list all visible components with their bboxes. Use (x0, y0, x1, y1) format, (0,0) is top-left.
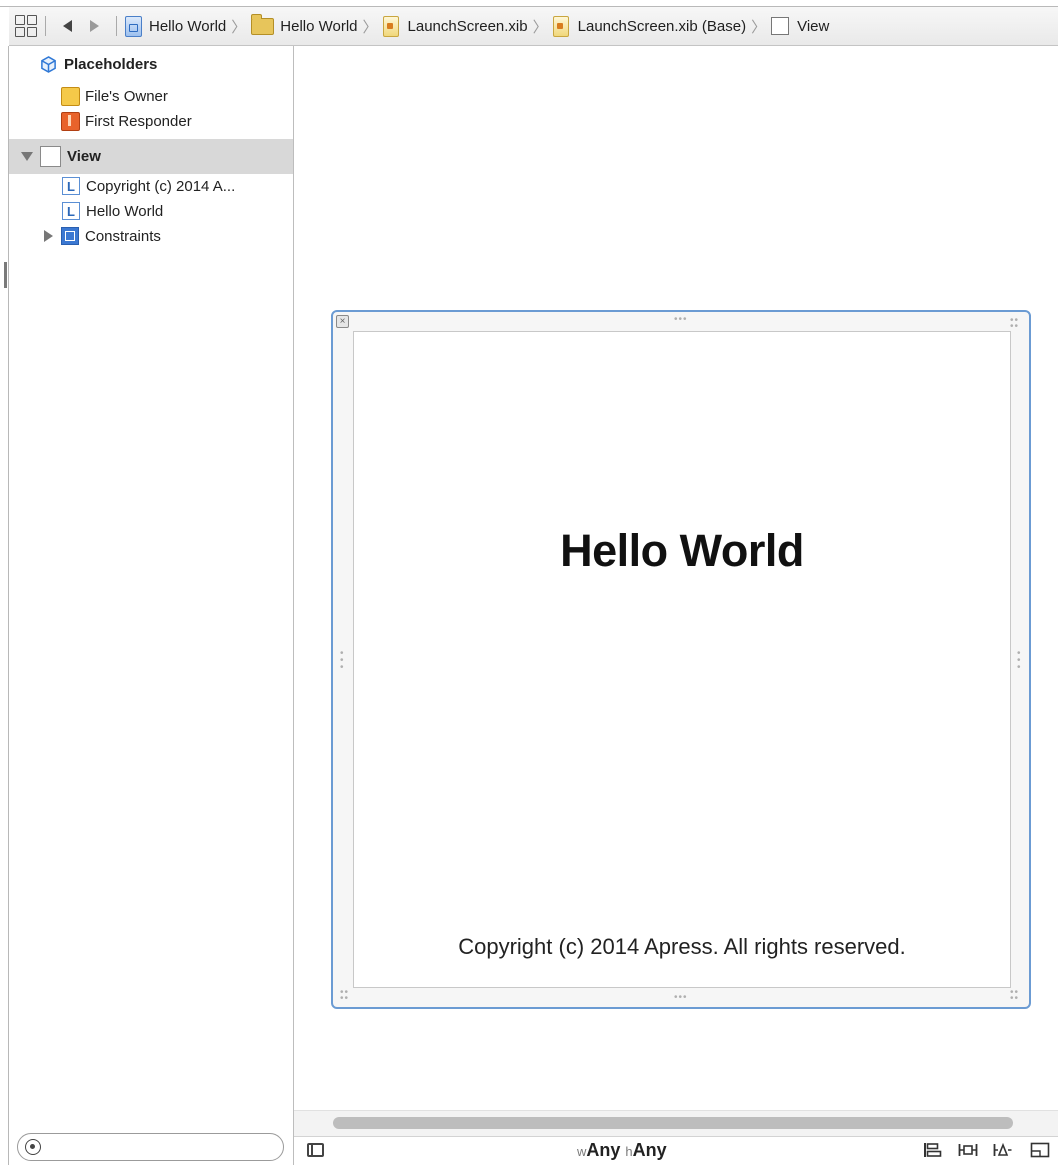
outline-item-files-owner[interactable]: File's Owner (61, 87, 168, 106)
outline-item-placeholders[interactable]: Placeholders (40, 56, 157, 73)
outline-item-label: Hello World (86, 202, 164, 220)
copyright-label[interactable]: Copyright (c) 2014 Apress. All rights re… (353, 934, 1011, 960)
resize-grip-left-icon[interactable]: • • • (340, 649, 346, 673)
jump-bar-separator (116, 16, 117, 36)
outline-item-view[interactable]: View (21, 146, 101, 167)
outline-item-label: First Responder (85, 113, 192, 130)
breadcrumb-file[interactable]: LaunchScreen.xib 〉 (382, 15, 553, 37)
align-icon[interactable] (923, 1142, 943, 1158)
resolve-issues-icon[interactable] (993, 1142, 1013, 1158)
size-class-h-value: Any (632, 1140, 667, 1160)
breadcrumb-localization[interactable]: LaunchScreen.xib (Base) 〉 (552, 15, 771, 37)
size-class-selector[interactable]: wAny hAny (577, 1140, 667, 1161)
related-items-icon[interactable] (15, 15, 37, 37)
breadcrumb-label: LaunchScreen.xib (Base) (577, 17, 747, 35)
xib-file-icon (552, 15, 569, 37)
back-arrow-icon[interactable] (63, 20, 72, 32)
close-icon[interactable]: × (336, 315, 349, 328)
resize-grip-top-right-icon[interactable]: •• •• (1010, 316, 1022, 332)
folder-icon (251, 13, 275, 35)
edge-resize-handle[interactable] (4, 262, 7, 288)
chevron-right-icon: 〉 (231, 18, 247, 36)
constraints-icon (61, 227, 79, 245)
outline-item-first-responder[interactable]: First Responder (61, 112, 192, 131)
xib-file-icon (382, 15, 399, 37)
breadcrumb-group[interactable]: Hello World 〉 (251, 13, 382, 37)
outline-item-hello-label[interactable]: L Hello World (62, 202, 163, 220)
outline-item-label: File's Owner (85, 88, 168, 105)
resize-grip-bottom-left-icon[interactable]: •• •• (340, 988, 352, 1004)
size-class-h-prefix: h (625, 1144, 633, 1159)
outline-item-label: View (67, 148, 101, 165)
pin-icon[interactable] (958, 1142, 978, 1158)
outline-item-label: Copyright (c) 2014 A... (86, 177, 236, 195)
outline-item-label: Constraints (85, 227, 161, 245)
breadcrumb-view[interactable]: View (771, 17, 829, 35)
breadcrumb-label: Hello World (149, 17, 227, 35)
outline-item-copyright-label[interactable]: L Copyright (c) 2014 A... (62, 177, 235, 195)
files-owner-icon (61, 87, 80, 106)
cube-icon (41, 56, 56, 73)
chevron-right-icon: 〉 (751, 18, 767, 36)
horizontal-scroll-thumb[interactable] (333, 1117, 1013, 1129)
forward-arrow-icon[interactable] (90, 20, 99, 32)
canvas-bottom-bar (294, 1136, 1058, 1166)
resizing-behavior-icon[interactable] (1030, 1142, 1050, 1158)
view-icon (40, 146, 61, 167)
filter-icon (25, 1139, 41, 1155)
first-responder-icon (61, 112, 80, 131)
breadcrumb-label: View (797, 17, 830, 35)
resize-grip-bottom-icon[interactable]: ••• (674, 993, 688, 1003)
resize-grip-right-icon[interactable]: • • • (1017, 649, 1023, 673)
chevron-right-icon: 〉 (532, 18, 548, 36)
resize-grip-bottom-right-icon[interactable]: •• •• (1010, 988, 1022, 1004)
window-top-edge (0, 0, 1058, 7)
project-file-icon (125, 15, 142, 37)
label-icon: L (62, 177, 80, 195)
jump-bar-separator (45, 16, 46, 36)
toggle-outline-icon[interactable] (307, 1143, 324, 1157)
disclosure-collapsed-icon[interactable] (44, 230, 53, 242)
size-class-w-prefix: w (577, 1144, 587, 1159)
outline-filter-field[interactable] (17, 1133, 284, 1161)
jump-bar: Hello World 〉 Hello World 〉 LaunchScreen… (9, 7, 1058, 46)
size-class-w-value: Any (586, 1140, 621, 1160)
breadcrumb-label: Hello World (280, 17, 358, 35)
label-icon: L (62, 202, 80, 220)
view-icon (771, 17, 790, 35)
scene-view[interactable] (353, 331, 1011, 988)
disclosure-expanded-icon[interactable] (21, 152, 33, 161)
outline-item-constraints[interactable]: Constraints (44, 227, 161, 245)
breadcrumb-label: LaunchScreen.xib (407, 17, 528, 35)
hello-world-label[interactable]: Hello World (353, 525, 1011, 577)
breadcrumb-project[interactable]: Hello World 〉 (125, 15, 251, 37)
outline-item-label: Placeholders (64, 56, 158, 73)
resize-grip-top-icon[interactable]: ••• (674, 315, 688, 325)
chevron-right-icon: 〉 (362, 18, 378, 36)
